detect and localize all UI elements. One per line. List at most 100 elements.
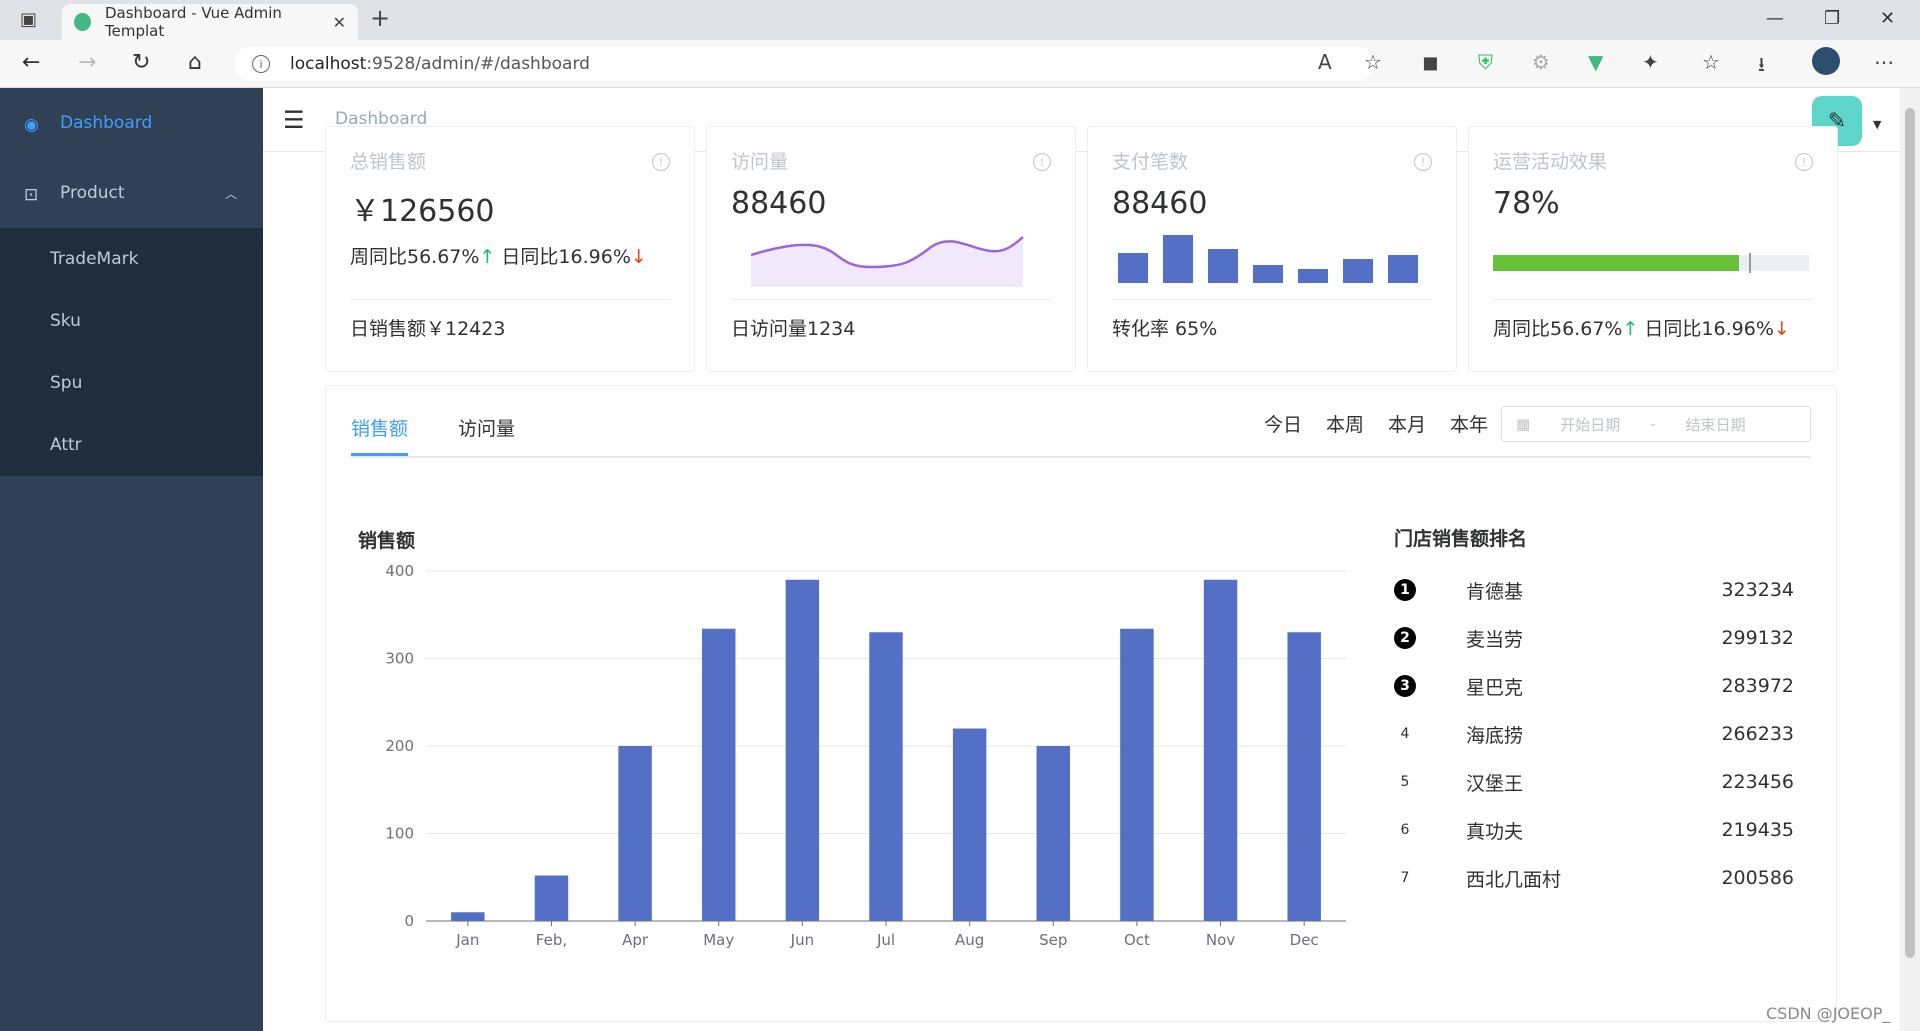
range-today[interactable]: 今日 <box>1264 410 1302 437</box>
tab-actions-icon[interactable]: ▣ <box>20 9 37 30</box>
x-tick-label: Jul <box>876 931 895 949</box>
page-scrollbar[interactable] <box>1900 88 1920 1031</box>
progress-target-mark <box>1749 253 1751 273</box>
maximize-icon[interactable]: ❐ <box>1824 8 1840 29</box>
end-date-input[interactable]: 结束日期 <box>1686 414 1746 435</box>
arrow-down-icon: ↓ <box>1773 318 1790 340</box>
scrollbar-thumb[interactable] <box>1905 108 1915 958</box>
info-icon[interactable]: ! <box>652 153 670 171</box>
info-icon[interactable]: ! <box>1033 153 1051 171</box>
ranking-row: 1 肯德基 323234 <box>1394 566 1794 614</box>
kpi-footer: 日销售额￥12423 <box>350 299 670 341</box>
sales-tabs: 销售额 访问量 <box>351 414 565 456</box>
store-name: 肯德基 <box>1466 580 1524 603</box>
spark-bar <box>1388 255 1418 283</box>
arrow-up-icon: ↑ <box>479 246 496 268</box>
sidebar-item-product[interactable]: ⊡ Product ︿ <box>0 158 263 228</box>
kpi-footer: 转化率 65% <box>1112 299 1432 341</box>
hamburger-icon[interactable]: ☰ <box>283 106 305 134</box>
start-date-input[interactable]: 开始日期 <box>1560 414 1620 435</box>
kpi-title: 运营活动效果 <box>1493 151 1608 173</box>
url-host: localhost <box>290 54 367 74</box>
kpi-title: 访问量 <box>731 151 789 173</box>
site-info-icon[interactable]: i <box>252 55 270 73</box>
sidebar-item-sku[interactable]: Sku <box>0 290 263 352</box>
y-tick-label: 200 <box>385 737 414 755</box>
store-sales: 266233 <box>1721 723 1794 745</box>
rank-number: 3 <box>1394 675 1416 697</box>
store-name: 西北几面村 <box>1466 868 1562 891</box>
profile-avatar[interactable] <box>1812 47 1840 75</box>
favorites-icon[interactable]: ☆ <box>1702 50 1720 74</box>
extensions-icon[interactable]: ✦ <box>1642 50 1659 74</box>
read-aloud-icon[interactable]: A <box>1318 50 1332 74</box>
browser-chrome: ▣ Dashboard - Vue Admin Templat ✕ + — ❐ … <box>0 0 1920 88</box>
download-icon[interactable]: ⭳ <box>1758 50 1765 84</box>
rank-number: 4 <box>1400 726 1410 742</box>
range-week[interactable]: 本周 <box>1326 410 1364 437</box>
date-separator: - <box>1650 415 1656 433</box>
rank-number: 6 <box>1400 822 1410 838</box>
bar-jun <box>785 579 820 921</box>
forward-icon[interactable]: → <box>78 50 96 75</box>
rank-number: 5 <box>1400 774 1410 790</box>
kpi-value: 88460 <box>1112 186 1208 221</box>
tab-visits[interactable]: 访问量 <box>458 414 515 456</box>
tab-bar: ▣ Dashboard - Vue Admin Templat ✕ + — ❐ … <box>0 0 1920 40</box>
arrow-up-icon: ↑ <box>1622 318 1639 340</box>
range-year[interactable]: 本年 <box>1450 410 1488 437</box>
spark-bar <box>1298 269 1328 283</box>
bar-jan <box>451 912 485 921</box>
browser-tab[interactable]: Dashboard - Vue Admin Templat ✕ <box>62 4 358 40</box>
x-tick-label: Nov <box>1206 931 1235 949</box>
vue-devtools-icon[interactable]: ▼ <box>1588 50 1603 74</box>
store-sales: 219435 <box>1721 819 1794 841</box>
range-links: 今日 本周 本月 本年 <box>1240 410 1488 437</box>
close-tab-icon[interactable]: ✕ <box>333 13 346 32</box>
url-input[interactable]: i localhost :9528/admin/#/dashboard <box>234 47 1374 81</box>
visits-sparkline <box>751 236 1024 287</box>
info-icon[interactable]: ! <box>1414 153 1432 171</box>
range-month[interactable]: 本月 <box>1388 410 1426 437</box>
date-range-picker[interactable]: ▦ 开始日期 - 结束日期 <box>1501 406 1811 442</box>
sidebar-item-label: Attr <box>50 435 82 455</box>
x-tick-label: Oct <box>1124 931 1150 949</box>
kpi-title: 总销售额 <box>350 151 427 173</box>
extension-3-icon[interactable]: ⚙ <box>1532 50 1550 74</box>
info-icon[interactable]: ! <box>1795 153 1813 171</box>
close-window-icon[interactable]: ✕ <box>1880 8 1895 29</box>
x-tick-label: Jun <box>790 931 814 949</box>
kpi-card-total-sales: 总销售额 ! ￥126560 周同比56.67%↑ 日同比16.96%↓ 日销售… <box>325 126 695 372</box>
y-tick-label: 400 <box>385 562 414 580</box>
store-name: 麦当劳 <box>1466 628 1524 651</box>
caret-down-icon[interactable]: ▼ <box>1873 118 1881 131</box>
store-sales: 283972 <box>1721 675 1794 697</box>
store-sales: 323234 <box>1721 579 1794 601</box>
week-compare: 周同比56.67% <box>350 246 480 268</box>
extension-1-icon[interactable]: ◼ <box>1422 50 1439 74</box>
tab-sales[interactable]: 销售额 <box>351 414 409 456</box>
sidebar-item-label: Product <box>60 183 125 203</box>
home-icon[interactable]: ⌂ <box>188 50 202 75</box>
bar-feb <box>534 875 569 921</box>
ranking-title: 门店销售额排名 <box>1394 528 1528 550</box>
sales-bar-chart: 0 100 200 300 400 Jan Feb, Apr May Jun Jul Aug Sep Oc… <box>385 562 1346 949</box>
sidebar: ◉ Dashboard ⊡ Product ︿ TradeMark Sku Sp… <box>0 88 263 1031</box>
sidebar-item-attr[interactable]: Attr <box>0 414 263 476</box>
favorite-add-icon[interactable]: ☆ <box>1364 50 1382 74</box>
sidebar-item-trademark[interactable]: TradeMark <box>0 228 263 290</box>
kpi-value: 78% <box>1493 186 1560 221</box>
new-tab-icon[interactable]: + <box>370 4 390 32</box>
store-name: 海底捞 <box>1466 724 1524 747</box>
more-menu-icon[interactable]: ⋯ <box>1874 50 1894 74</box>
bar-dec <box>1287 632 1321 921</box>
reload-icon[interactable]: ↻ <box>132 50 150 75</box>
sidebar-item-dashboard[interactable]: ◉ Dashboard <box>0 88 263 158</box>
shield-extension-icon[interactable]: ⛨ <box>1478 50 1493 74</box>
minimize-icon[interactable]: — <box>1766 8 1784 29</box>
back-icon[interactable]: ← <box>22 50 40 75</box>
store-name: 汉堡王 <box>1466 772 1524 795</box>
rank-number: 1 <box>1394 579 1416 601</box>
bar-nov <box>1203 579 1238 921</box>
sidebar-item-spu[interactable]: Spu <box>0 352 263 414</box>
